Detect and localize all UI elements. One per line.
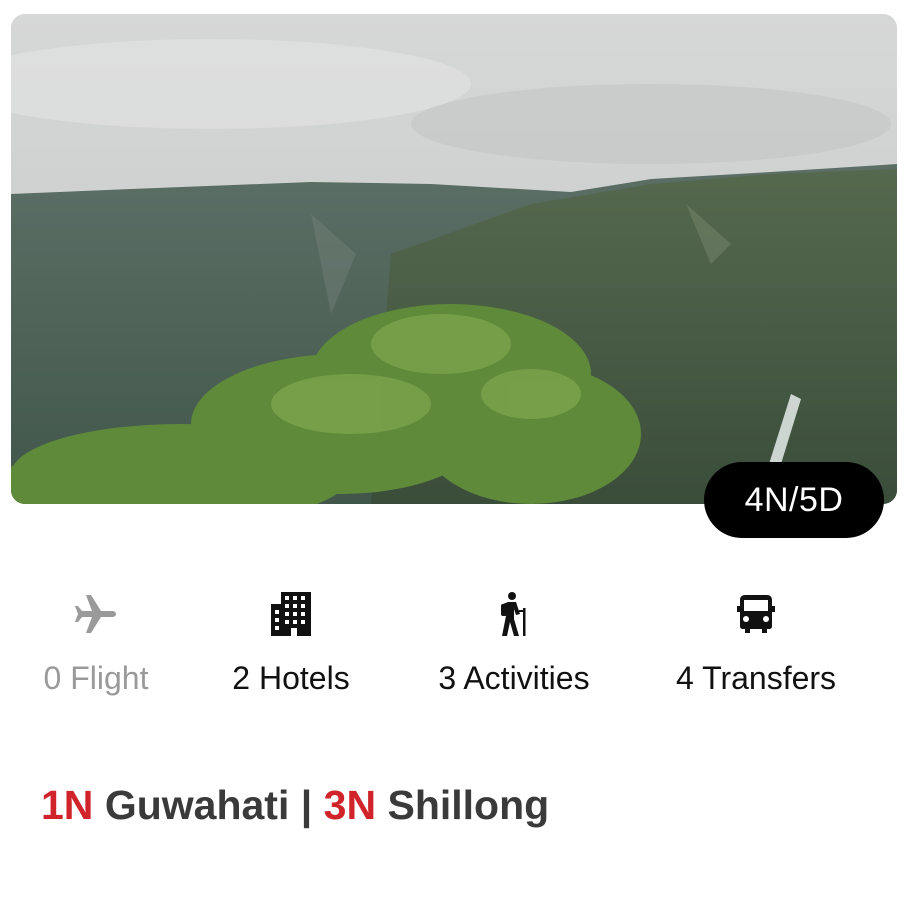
amenity-transfers-label: 4 Transfers <box>675 660 837 696</box>
amenity-hotels-label: 2 Hotels <box>232 660 350 696</box>
package-hero-image[interactable] <box>11 14 897 504</box>
amenity-transfers: 4 Transfers <box>670 590 842 697</box>
duration-badge: 4N/5D <box>704 462 884 538</box>
route-summary: 1N Guwahati | 3N Shillong <box>41 782 549 829</box>
route-city-2: Shillong <box>387 782 550 828</box>
amenity-activities-label: 3 Activities <box>438 660 590 696</box>
amenity-flight: 0 Flight <box>36 590 156 697</box>
car-icon <box>737 595 775 633</box>
airplane-icon <box>75 595 116 633</box>
route-nights-1: 1N <box>41 782 94 828</box>
amenities-row: 0 Flight 2 Hotels 3 Activities 4 Transfe… <box>0 590 911 710</box>
route-separator: | <box>300 782 313 828</box>
amenity-activities: 3 Activities <box>428 590 600 697</box>
amenity-flight-label: 0 Flight <box>43 660 149 696</box>
landscape-illustration <box>11 14 897 504</box>
hiker-icon <box>501 592 526 636</box>
route-nights-2: 3N <box>323 782 377 828</box>
amenity-hotels: 2 Hotels <box>226 590 356 697</box>
route-city-1: Guwahati <box>104 782 290 828</box>
hotel-building-icon <box>271 592 311 636</box>
